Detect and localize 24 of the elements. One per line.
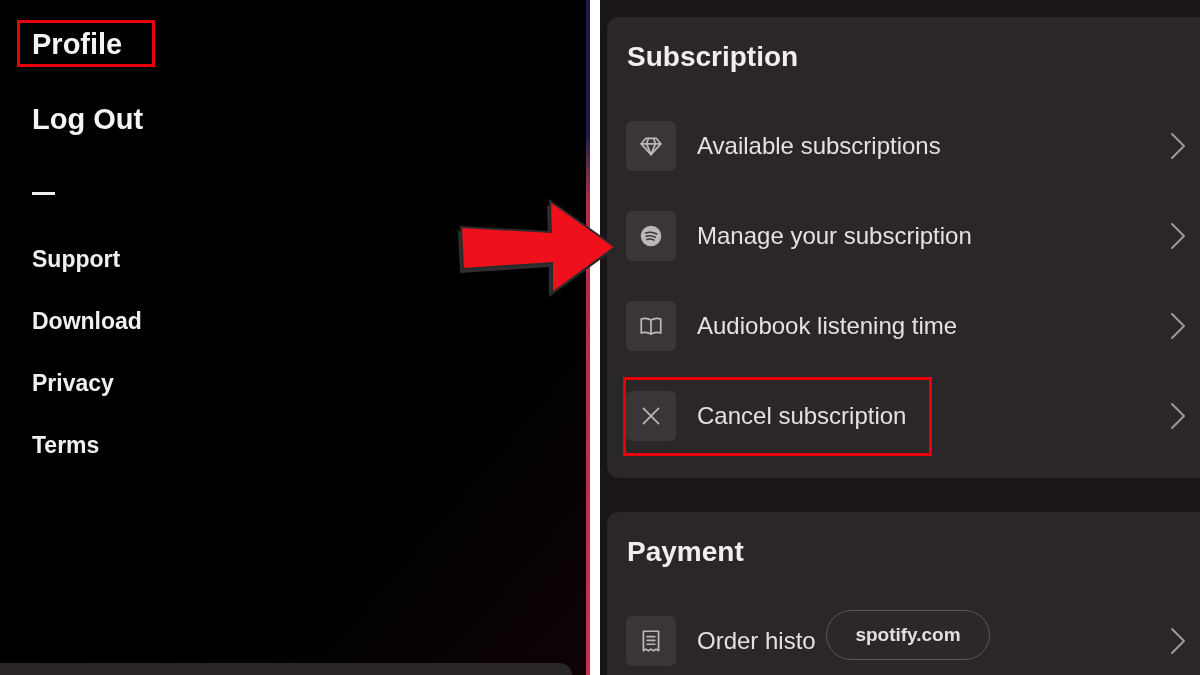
menu-link[interactable]: Privacy: [32, 368, 114, 398]
close-tile-icon: [626, 391, 676, 441]
settings-item[interactable]: Manage your subscription: [697, 221, 972, 251]
circle-stripes-tile-icon: [626, 211, 676, 261]
section-title: Payment: [626, 535, 745, 569]
settings-item[interactable]: Cancel subscription: [697, 401, 907, 431]
menu-link[interactable]: Log Out: [32, 100, 144, 137]
chevron-right-icon: [1170, 312, 1186, 340]
section-title: Subscription: [626, 40, 800, 74]
menu-link[interactable]: Download: [32, 306, 142, 336]
settings-item[interactable]: Available subscriptions: [697, 131, 941, 161]
chevron-right-icon: [1170, 132, 1186, 160]
menu-link[interactable]: Profile: [32, 25, 123, 62]
book-tile-icon: [626, 301, 676, 351]
chevron-right-icon: [1170, 402, 1186, 430]
receipt-tile-icon: [626, 616, 676, 666]
settings-item[interactable]: Audiobook listening time: [697, 311, 958, 341]
chevron-right-icon: [1170, 222, 1186, 250]
gem-tile-icon: [626, 121, 676, 171]
settings-item[interactable]: Order histo: [697, 626, 816, 656]
menu-link[interactable]: Support: [32, 244, 121, 274]
menu-link[interactable]: Terms: [32, 430, 100, 460]
chevron-right-icon: [1170, 627, 1186, 655]
url-pill: spotify.com: [826, 610, 990, 660]
